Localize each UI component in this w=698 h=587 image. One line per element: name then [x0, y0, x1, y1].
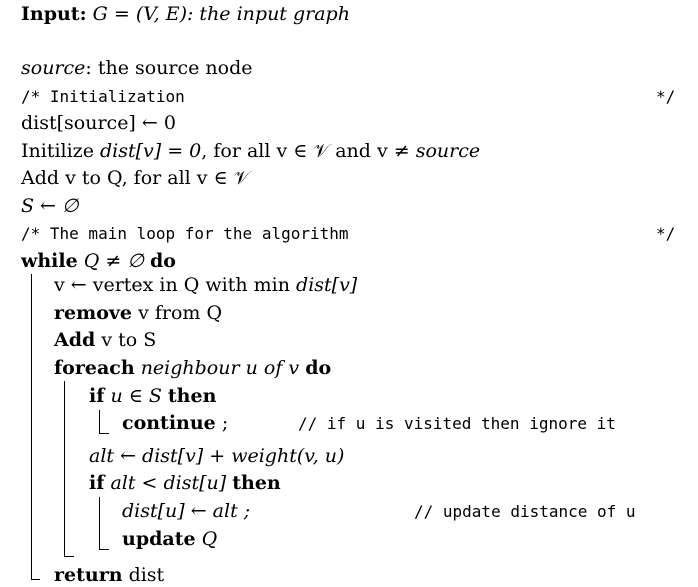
update-keyword: update [122, 528, 196, 550]
source-line: source: the source node [21, 56, 253, 80]
source-variable: source [21, 57, 86, 79]
continue-keyword: continue [122, 412, 216, 434]
foreach-block-rule-end [64, 556, 74, 557]
input-description: G = (V, E): the input graph [92, 3, 350, 25]
comment-continue: // if u is visited then ignore it [298, 414, 616, 433]
line-add-to-q: Add v to Q, for all v ∈ 𝒱 [21, 167, 250, 189]
line-update-q: update Q [122, 527, 217, 551]
if-shorter-block-rule-end [99, 549, 109, 550]
then-shorter-keyword: then [232, 472, 281, 494]
initialize-source: source [415, 140, 481, 162]
line-dist-source: dist[source] ← 0 [21, 112, 176, 134]
if-keyword: if [89, 385, 105, 407]
foreach-neighbour: neighbour u of v [140, 357, 300, 379]
if-visited-block-rule [99, 410, 100, 434]
line-while: while Q ≠ ∅ do [21, 249, 176, 273]
while-do-keyword: do [149, 250, 176, 272]
if-shorter-block-rule [99, 497, 100, 550]
remove-keyword: remove [54, 302, 133, 324]
line-initialize: Initilize dist[v] = 0, for all v ∈ 𝒱 and… [21, 139, 480, 163]
line-return: return dist [54, 563, 164, 587]
initialize-math: dist[v] = 0 [99, 140, 202, 162]
continue-semicolon: ; [221, 412, 229, 434]
foreach-block-rule [64, 381, 65, 557]
v-assign-text: v ← vertex in Q with min [54, 274, 297, 296]
remove-rest: v from Q [138, 302, 223, 324]
v-assign-dist: dist[v] [296, 274, 358, 296]
line-continue: continue ; [122, 411, 228, 435]
input-keyword: Input: [21, 3, 87, 25]
foreach-do-keyword: do [305, 357, 332, 379]
comment-initialization: /* Initialization [21, 87, 185, 106]
if-shorter-keyword: if [89, 472, 105, 494]
while-block-rule [31, 274, 32, 580]
line-foreach: foreach neighbour u of v do [54, 356, 331, 380]
line-s-empty: S ← ∅ [21, 195, 79, 217]
then-keyword: then [167, 385, 217, 407]
comment-close-main-loop: */ [656, 224, 676, 243]
while-condition: Q ≠ ∅ [83, 250, 144, 272]
comment-close-initialization: */ [656, 87, 676, 106]
add-keyword: Add [54, 329, 96, 351]
foreach-keyword: foreach [54, 357, 135, 379]
initialize-prefix: Initilize [21, 140, 100, 162]
comment-main-loop: /* The main loop for the algorithm [21, 224, 349, 243]
line-add-to-s: Add v to S [54, 328, 156, 352]
source-description: : the source node [85, 57, 253, 79]
if-shorter-condition: alt < dist[u] [110, 472, 227, 494]
line-remove: remove v from Q [54, 301, 222, 325]
return-keyword: return [54, 564, 123, 586]
line-v-assign: v ← vertex in Q with min dist[v] [54, 273, 357, 297]
line-if-visited: if u ∈ S then [89, 384, 216, 408]
if-visited-block-rule-end [99, 433, 109, 434]
line-alt-assign: alt ← dist[v] + weight(v, u) [89, 445, 345, 467]
while-block-rule-end [31, 579, 40, 580]
initialize-mid: , for all v ∈ 𝒱 and v ≠ [201, 140, 416, 162]
line-if-shorter: if alt < dist[u] then [89, 471, 281, 495]
while-keyword: while [21, 250, 78, 272]
return-value: dist [128, 564, 165, 586]
if-visited-condition: u ∈ S [110, 385, 162, 407]
comment-update: // update distance of u [414, 502, 636, 521]
update-q-variable: Q [201, 528, 218, 550]
input-line: Input: G = (V, E): the input graph [21, 2, 350, 26]
add-rest: v to S [101, 329, 157, 351]
line-dist-update: dist[u] ← alt ; [122, 500, 251, 522]
